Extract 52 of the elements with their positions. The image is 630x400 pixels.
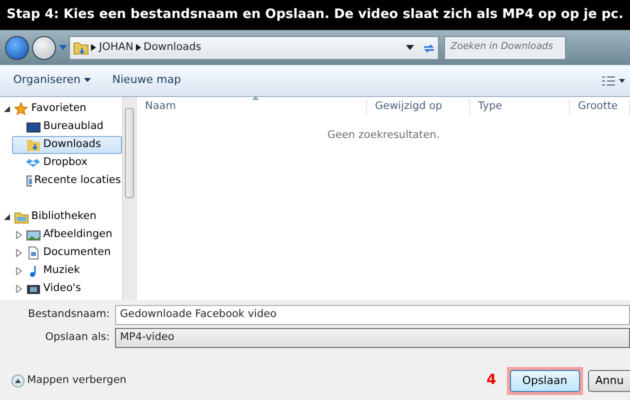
sidebar-item[interactable]: Dropbox bbox=[12, 154, 122, 172]
expanded-arrow-icon[interactable] bbox=[3, 212, 11, 221]
field-label: Bestandsnaam: bbox=[26, 307, 111, 322]
sidebar-item[interactable]: Bibliotheken bbox=[0, 208, 122, 226]
dialog-button[interactable]: Opslaan bbox=[510, 370, 580, 392]
scrollbar[interactable] bbox=[122, 97, 136, 300]
dialog-button[interactable]: Annu bbox=[588, 370, 630, 392]
toolbar-button[interactable]: Nieuwe map bbox=[104, 70, 189, 91]
document-icon bbox=[26, 246, 41, 260]
breadcrumb-item[interactable]: JOHAN bbox=[99, 40, 134, 56]
sort-arrow-icon bbox=[252, 96, 258, 100]
desktop-icon bbox=[26, 120, 41, 134]
sidebar-item[interactable]: Documenten bbox=[12, 244, 122, 262]
empty-message: Geen zoekresultaten. bbox=[327, 128, 440, 140]
toolbar-button[interactable]: Organiseren bbox=[5, 70, 100, 91]
column-header[interactable]: Gewijzigd op bbox=[367, 99, 470, 115]
dropdown-arrow-icon[interactable] bbox=[406, 44, 414, 50]
view-options-icon[interactable] bbox=[600, 74, 625, 86]
file-type-dropdown[interactable]: MP4-video bbox=[120, 330, 174, 346]
collapsed-arrow-icon[interactable] bbox=[15, 284, 23, 293]
refresh-icon[interactable] bbox=[422, 42, 436, 54]
step-number: 4 bbox=[486, 371, 496, 390]
sidebar-item[interactable]: Bureaublad bbox=[12, 118, 122, 136]
dropdown-arrow-icon bbox=[84, 78, 92, 83]
sidebar-item[interactable]: Downloads bbox=[12, 136, 122, 154]
expanded-arrow-icon[interactable] bbox=[3, 104, 11, 113]
banner-title: Stap 4: Kies een bestandsnaam en Opslaan. De video slaat zich als MP4 op op je pc. bbox=[6, 6, 624, 24]
collapsed-arrow-icon[interactable] bbox=[15, 266, 23, 275]
back-button[interactable] bbox=[5, 36, 30, 60]
sidebar-item[interactable]: Muziek bbox=[12, 262, 122, 280]
breadcrumb-arrow-icon bbox=[136, 44, 141, 51]
download-icon bbox=[26, 138, 41, 152]
folder-icon bbox=[72, 40, 89, 54]
sidebar-item[interactable]: Recente locaties bbox=[12, 172, 122, 190]
column-header[interactable]: Naam bbox=[137, 99, 367, 115]
column-header[interactable]: Grootte bbox=[570, 99, 630, 115]
address-bar[interactable]: JOHAN Downloads bbox=[69, 36, 440, 60]
column-header[interactable]: Type bbox=[470, 99, 570, 115]
forward-button[interactable] bbox=[32, 36, 56, 60]
star-icon bbox=[14, 102, 29, 116]
field-label: Opslaan als: bbox=[44, 330, 111, 345]
library-icon bbox=[14, 210, 29, 224]
sidebar-item[interactable]: Video's bbox=[12, 280, 122, 298]
hide-folders-link[interactable]: Mappen verbergen bbox=[27, 372, 126, 389]
breadcrumb-arrow-icon bbox=[91, 44, 96, 51]
collapsed-arrow-icon[interactable] bbox=[15, 248, 23, 257]
sidebar-item[interactable]: Afbeeldingen bbox=[12, 226, 122, 244]
collapse-icon[interactable] bbox=[10, 374, 24, 388]
breadcrumb-item[interactable]: Downloads bbox=[144, 40, 202, 56]
collapsed-arrow-icon[interactable] bbox=[15, 230, 23, 239]
sidebar-item[interactable]: Favorieten bbox=[0, 100, 122, 118]
picture-icon bbox=[26, 228, 41, 242]
